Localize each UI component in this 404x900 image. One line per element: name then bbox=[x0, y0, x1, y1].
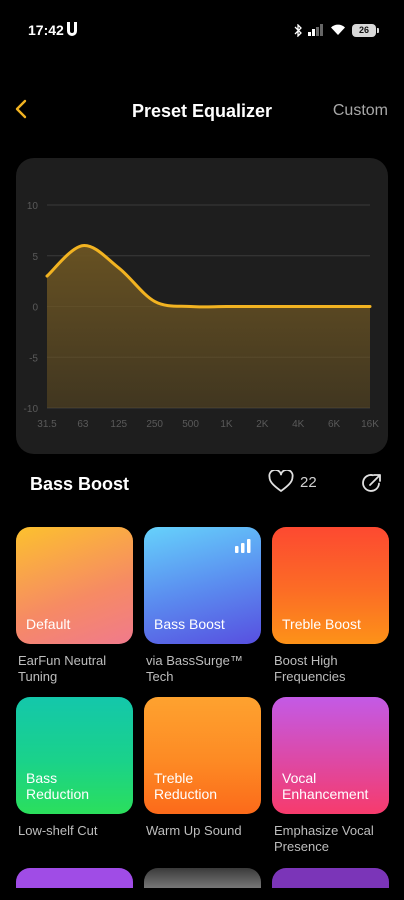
custom-button[interactable]: Custom bbox=[333, 102, 388, 120]
y-tick-label: 0 bbox=[32, 303, 38, 314]
preset-label: Default bbox=[26, 616, 71, 632]
like-button[interactable]: 22 bbox=[268, 470, 317, 494]
preset-description: via BassSurge™ Tech bbox=[146, 653, 243, 684]
like-count: 22 bbox=[300, 473, 317, 491]
preset-tile-default[interactable]: Default EarFun Neutral Tuning bbox=[16, 527, 133, 685]
preset-description: EarFun Neutral Tuning bbox=[18, 653, 107, 684]
x-tick-label: 500 bbox=[182, 419, 199, 430]
preset-card[interactable]: Treble Reduction bbox=[144, 697, 261, 814]
status-time: 17:42 bbox=[28, 22, 64, 38]
preset-card[interactable]: Bass Reduction bbox=[16, 697, 133, 814]
eq-curve-chart: 10 5 0 -5 -10 31.5 63 125 250 500 1K 2K 4K 6K 16K bbox=[16, 158, 388, 454]
eq-area-fill bbox=[47, 245, 370, 408]
preset-tile-partial[interactable] bbox=[272, 868, 389, 888]
share-icon[interactable] bbox=[360, 471, 384, 495]
x-tick-label: 6K bbox=[328, 419, 341, 430]
x-tick-label: 63 bbox=[77, 419, 89, 430]
selected-bars-icon bbox=[235, 539, 251, 553]
x-tick-label: 2K bbox=[256, 419, 269, 430]
preset-label: Treble Reduction bbox=[154, 770, 218, 802]
preset-card[interactable]: Default bbox=[16, 527, 133, 644]
y-tick-label: 10 bbox=[27, 201, 39, 212]
status-icons: 26 bbox=[294, 22, 379, 38]
preset-card[interactable]: Treble Boost bbox=[272, 527, 389, 644]
y-tick-label: -10 bbox=[24, 404, 39, 415]
preset-tile-treble-boost[interactable]: Treble Boost Boost High Frequencies bbox=[272, 527, 389, 685]
preset-description: Low-shelf Cut bbox=[18, 823, 98, 838]
battery-indicator: 26 bbox=[352, 23, 379, 37]
status-bar: 17:42 26 bbox=[0, 0, 404, 60]
app-notification-icon bbox=[67, 22, 77, 36]
x-tick-label: 250 bbox=[146, 419, 163, 430]
current-preset-row: Bass Boost 22 bbox=[0, 466, 404, 502]
preset-tile-bass-reduction[interactable]: Bass Reduction Low-shelf Cut bbox=[16, 697, 133, 839]
x-tick-label: 125 bbox=[110, 419, 127, 430]
preset-card[interactable]: Bass Boost bbox=[144, 527, 261, 644]
y-tick-label: 5 bbox=[32, 252, 38, 263]
preset-label: Bass Boost bbox=[154, 616, 225, 632]
preset-description: Emphasize Vocal Presence bbox=[274, 823, 374, 854]
top-nav-bar: Preset Equalizer Custom bbox=[0, 86, 404, 136]
preset-label: Bass Reduction bbox=[26, 770, 90, 802]
preset-tile-partial[interactable] bbox=[144, 868, 261, 888]
preset-label: Vocal Enhancement bbox=[282, 770, 369, 802]
x-tick-label: 31.5 bbox=[37, 419, 57, 430]
preset-description: Warm Up Sound bbox=[146, 823, 242, 838]
eq-chart-svg: 10 5 0 -5 -10 31.5 63 125 250 500 1K 2K 4K 6K 16K bbox=[24, 201, 380, 430]
y-tick-label: -5 bbox=[29, 353, 38, 364]
x-tick-label: 16K bbox=[361, 419, 379, 430]
x-tick-label: 4K bbox=[292, 419, 305, 430]
bluetooth-icon bbox=[294, 23, 302, 37]
current-preset-name: Bass Boost bbox=[30, 474, 130, 494]
wifi-icon bbox=[331, 24, 345, 35]
preset-tile-vocal-enhancement[interactable]: Vocal Enhancement Emphasize Vocal Presen… bbox=[272, 697, 389, 855]
preset-card[interactable]: Vocal Enhancement bbox=[272, 697, 389, 814]
heart-icon bbox=[268, 470, 294, 492]
signal-icon bbox=[308, 24, 323, 36]
preset-description: Boost High Frequencies bbox=[274, 653, 346, 684]
preset-tile-bass-boost[interactable]: Bass Boost via BassSurge™ Tech bbox=[144, 527, 261, 685]
preset-label: Treble Boost bbox=[282, 616, 361, 632]
preset-tile-treble-reduction[interactable]: Treble Reduction Warm Up Sound bbox=[144, 697, 261, 839]
x-tick-label: 1K bbox=[220, 419, 233, 430]
preset-tile-partial[interactable] bbox=[16, 868, 133, 888]
